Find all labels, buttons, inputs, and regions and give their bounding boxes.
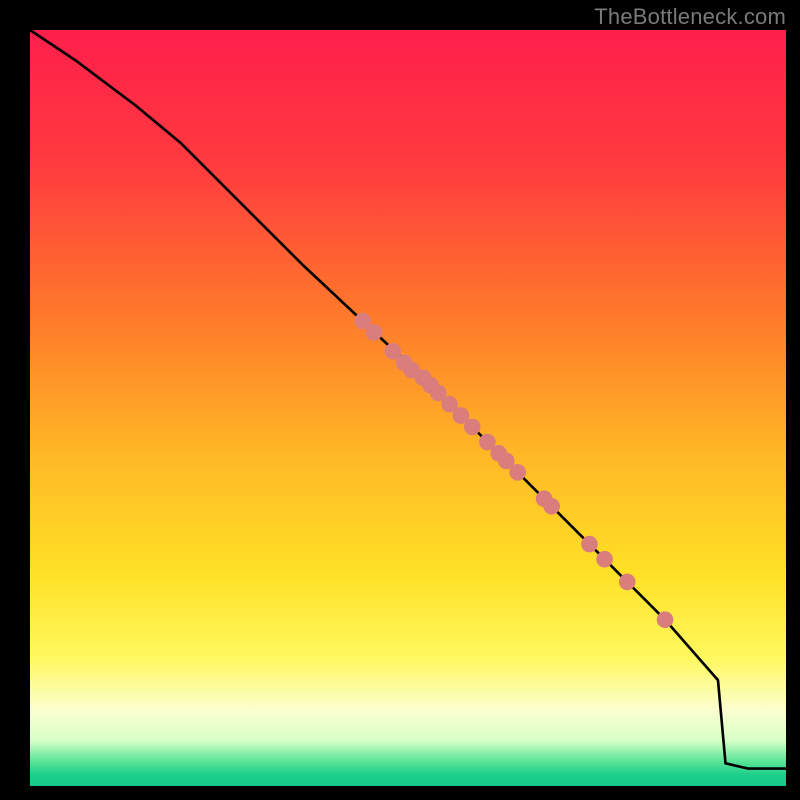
chart-svg	[30, 30, 786, 786]
data-point	[596, 551, 613, 568]
data-point	[464, 419, 481, 436]
data-point	[543, 498, 560, 515]
data-point	[657, 611, 674, 628]
gradient-bg	[30, 30, 786, 786]
data-point	[581, 536, 598, 553]
data-point	[619, 574, 636, 591]
plot-area	[30, 30, 786, 786]
data-point	[366, 324, 383, 341]
data-point	[509, 464, 526, 481]
watermark-text: TheBottleneck.com	[594, 4, 786, 30]
chart-frame: TheBottleneck.com	[0, 0, 800, 800]
